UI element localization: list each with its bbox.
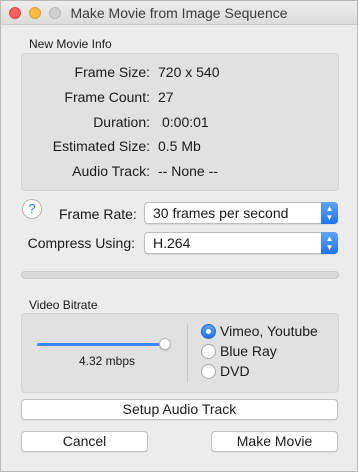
audio-track-value: -- None -- [158, 163, 218, 179]
duration-label: Duration: [93, 114, 150, 130]
chevron-up-down-icon: ▲ ▼ [321, 232, 338, 254]
cancel-button[interactable]: Cancel [21, 431, 148, 452]
info-row-audio-track: Audio Track: -- None -- [22, 163, 358, 183]
bitrate-slider[interactable] [37, 338, 171, 350]
title-bar[interactable]: Make Movie from Image Sequence [1, 1, 357, 25]
frame-rate-popup[interactable]: 30 frames per second ▲ ▼ [144, 202, 338, 224]
estimated-size-label: Estimated Size: [52, 138, 150, 154]
radio-label-blue-ray: Blue Ray [220, 343, 277, 359]
radio-label-dvd: DVD [220, 363, 250, 379]
audio-track-label: Audio Track: [72, 163, 150, 179]
info-row-frame-size: Frame Size: 720 x 540 [22, 64, 358, 84]
make-movie-button[interactable]: Make Movie [211, 431, 338, 452]
info-row-duration: Duration: 0:00:01 [22, 114, 358, 134]
info-row-frame-count: Frame Count: 27 [22, 89, 358, 109]
info-section-label: New Movie Info [29, 37, 112, 51]
progress-bar [21, 271, 339, 279]
help-button[interactable]: ? [22, 199, 42, 219]
bitrate-section-label: Video Bitrate [29, 298, 98, 312]
dialog-window: Make Movie from Image Sequence New Movie… [0, 0, 358, 472]
radio-button-icon [201, 344, 216, 359]
compress-popup[interactable]: H.264 ▲ ▼ [144, 232, 338, 254]
bitrate-slider-fill [37, 343, 165, 346]
estimated-size-value: 0.5 Mb [158, 138, 201, 154]
compress-label: Compress Using: [27, 235, 135, 251]
chevron-up-down-icon: ▲ ▼ [321, 202, 338, 224]
bitrate-value: 4.32 mbps [78, 354, 136, 368]
frame-size-value: 720 x 540 [158, 64, 220, 80]
radio-label-vimeo-youtube: Vimeo, Youtube [220, 323, 318, 339]
frame-count-value: 27 [158, 89, 174, 105]
radio-button-icon [201, 324, 216, 339]
frame-size-label: Frame Size: [74, 64, 150, 80]
duration-value: 0:00:01 [162, 114, 209, 130]
window-title: Make Movie from Image Sequence [70, 5, 288, 21]
frame-count-label: Frame Count: [64, 89, 150, 105]
setup-audio-track-button[interactable]: Setup Audio Track [21, 399, 338, 420]
compress-value: H.264 [153, 235, 191, 251]
info-box: Frame Size: 720 x 540 Frame Count: 27 Du… [21, 53, 339, 191]
bitrate-divider [187, 324, 188, 382]
info-row-estimated-size: Estimated Size: 0.5 Mb [22, 138, 358, 158]
frame-rate-label: Frame Rate: [59, 206, 137, 222]
frame-rate-value: 30 frames per second [153, 205, 289, 221]
radio-button-icon [201, 364, 216, 379]
bitrate-slider-thumb[interactable] [159, 338, 171, 350]
